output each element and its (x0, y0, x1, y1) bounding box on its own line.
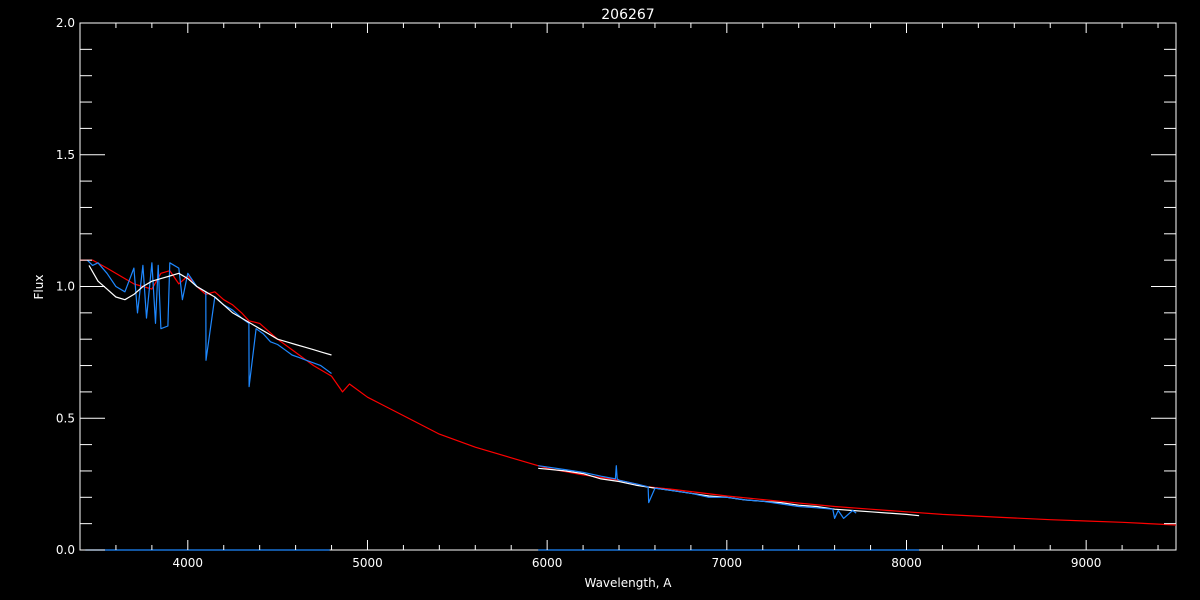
x-tick-label: 5000 (352, 556, 383, 570)
chart-title: 206267 (601, 7, 654, 23)
x-tick-label: 9000 (1071, 556, 1102, 570)
plot-frame (79, 22, 1177, 551)
y-axis-label: Flux (32, 275, 46, 300)
plot-area (79, 22, 1177, 551)
x-tick-label: 8000 (891, 556, 922, 570)
x-tick-label: 7000 (712, 556, 743, 570)
y-tick-label: 1.5 (56, 148, 75, 162)
y-tick-label: 0.0 (56, 543, 75, 557)
x-axis-label: Wavelength, A (584, 576, 672, 590)
y-tick-label: 1.0 (56, 280, 75, 294)
x-tick-label: 4000 (173, 556, 204, 570)
y-tick-label: 0.5 (56, 411, 75, 425)
y-tick-label: 2.0 (56, 16, 75, 30)
spectrum-chart: 206267 4000 5000 6000 7000 8000 9000 0.0 0.5 1.0… (32, 7, 1177, 590)
x-tick-label: 6000 (532, 556, 563, 570)
